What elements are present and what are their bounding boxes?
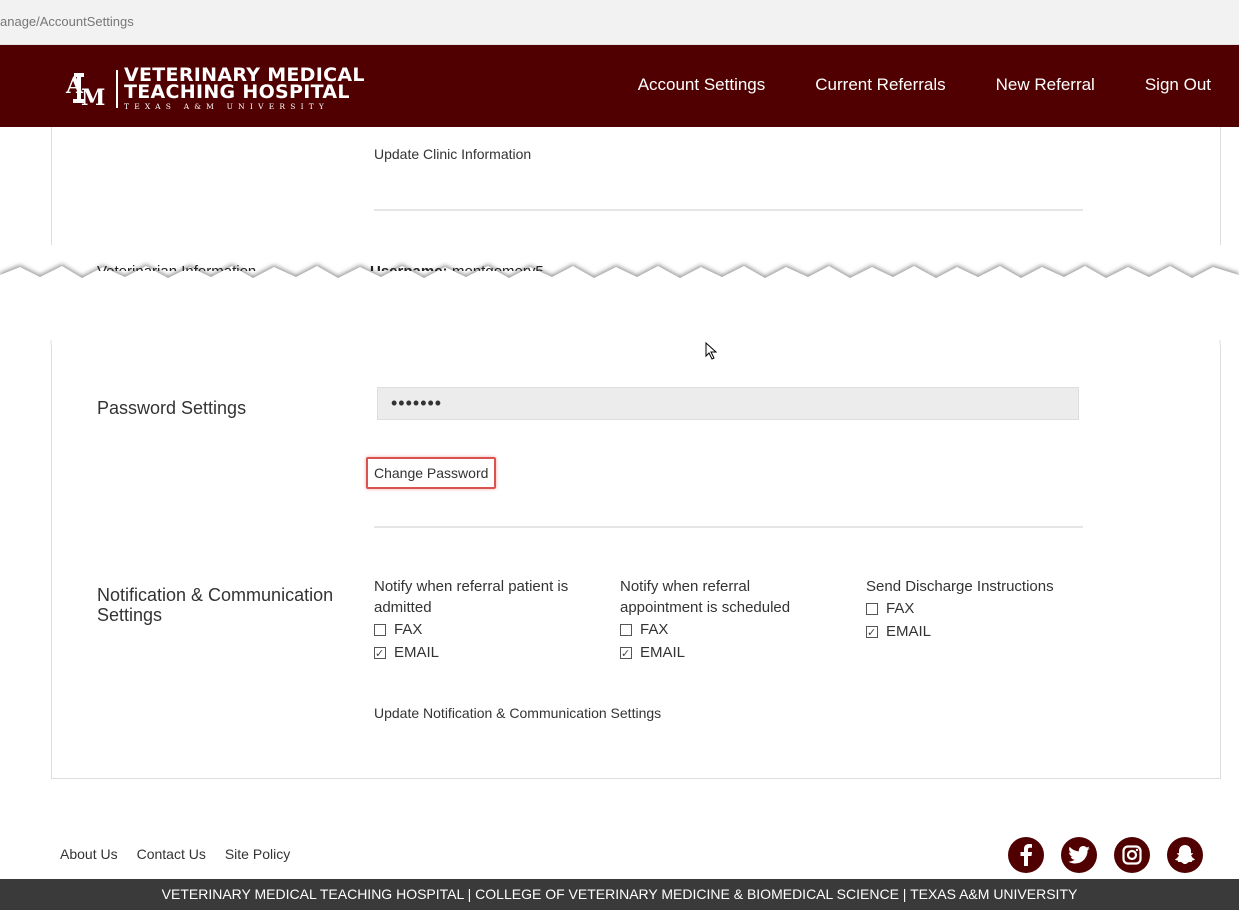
scheduled-email-label: EMAIL xyxy=(640,644,686,661)
footer-links: About Us Contact Us Site Policy xyxy=(60,846,290,862)
update-clinic-link[interactable]: Update Clinic Information xyxy=(374,146,531,162)
admitted-fax-label: FAX xyxy=(394,621,423,638)
notify-scheduled-title: Notify when referral appointment is sche… xyxy=(620,578,791,616)
username-value: montgomery5 xyxy=(452,263,544,271)
snapchat-icon[interactable] xyxy=(1167,837,1203,873)
notify-scheduled-group: Notify when referral appointment is sche… xyxy=(620,576,820,665)
site-header: A M VETERINARY MEDICAL TEACHING HOSPITAL… xyxy=(0,45,1239,127)
logo-line-2: TEACHING HOSPITAL xyxy=(124,80,350,103)
discharge-title: Send Discharge Instructions xyxy=(866,578,1054,595)
scheduled-fax-option[interactable]: FAX xyxy=(620,618,820,641)
account-settings-card xyxy=(51,127,1221,779)
logo-line-3: TEXAS A&M UNIVERSITY xyxy=(124,101,330,111)
address-url[interactable]: anage/AccountSettings xyxy=(0,14,134,29)
discharge-email-checkbox[interactable] xyxy=(866,623,878,644)
scheduled-fax-checkbox[interactable] xyxy=(620,623,632,636)
password-field[interactable]: ••••••• xyxy=(377,387,1079,420)
nav-sign-out[interactable]: Sign Out xyxy=(1145,75,1211,95)
main-nav: Account Settings Current Referrals New R… xyxy=(638,75,1211,95)
facebook-icon[interactable] xyxy=(1008,837,1044,873)
admitted-fax-checkbox[interactable] xyxy=(374,623,386,636)
footer-bottom-bar: VETERINARY MEDICAL TEACHING HOSPITAL | C… xyxy=(0,879,1239,910)
discharge-instructions-group: Send Discharge Instructions FAX EMAIL xyxy=(866,576,1086,644)
notification-settings-label: Notification & Communication Settings xyxy=(97,585,333,625)
section-separator xyxy=(374,209,1083,211)
nav-new-referral[interactable]: New Referral xyxy=(996,75,1095,95)
notify-admitted-group: Notify when referral patient is admitted… xyxy=(374,576,584,665)
notify-admitted-title: Notify when referral patient is admitted xyxy=(374,578,569,616)
discharge-fax-checkbox[interactable] xyxy=(866,602,878,615)
admitted-fax-option[interactable]: FAX xyxy=(374,618,584,641)
discharge-fax-option[interactable]: FAX xyxy=(866,597,1086,620)
admitted-email-checkbox[interactable] xyxy=(374,644,386,665)
nav-current-referrals[interactable]: Current Referrals xyxy=(815,75,945,95)
twitter-icon[interactable] xyxy=(1061,837,1097,873)
tamu-logo-icon: A M xyxy=(64,71,108,111)
torn-edge: Veterinarian Information Username: montg… xyxy=(0,245,1239,345)
logo-text: VETERINARY MEDICAL TEACHING HOSPITAL TEX… xyxy=(124,65,365,112)
password-settings-label: Password Settings xyxy=(97,398,247,418)
veterinarian-info-label: Veterinarian Information xyxy=(97,263,256,271)
svg-text:M: M xyxy=(81,85,105,107)
scheduled-fax-label: FAX xyxy=(640,621,669,638)
browser-address-bar[interactable]: anage/AccountSettings xyxy=(0,0,1239,45)
social-links xyxy=(1008,837,1203,873)
notification-label-line-2: Settings xyxy=(97,605,163,625)
scheduled-email-checkbox[interactable] xyxy=(620,644,632,665)
admitted-email-label: EMAIL xyxy=(394,644,440,661)
mouse-cursor-icon xyxy=(705,341,719,365)
notification-label-line-1: Notification & Communication xyxy=(97,585,334,605)
change-password-link[interactable]: Change Password xyxy=(366,457,496,489)
admitted-email-option[interactable]: EMAIL xyxy=(374,641,584,665)
logo-divider xyxy=(116,70,118,108)
update-notification-link[interactable]: Update Notification & Communication Sett… xyxy=(374,705,661,721)
section-separator xyxy=(374,526,1083,528)
scheduled-email-option[interactable]: EMAIL xyxy=(620,641,820,665)
instagram-icon[interactable] xyxy=(1114,837,1150,873)
footer-about-us[interactable]: About Us xyxy=(60,846,118,862)
footer-contact-us[interactable]: Contact Us xyxy=(137,846,206,862)
discharge-email-option[interactable]: EMAIL xyxy=(866,620,1086,644)
vmth-logo[interactable]: A M VETERINARY MEDICAL TEACHING HOSPITAL… xyxy=(64,65,365,112)
nav-account-settings[interactable]: Account Settings xyxy=(638,75,766,95)
footer-site-policy[interactable]: Site Policy xyxy=(225,846,290,862)
discharge-email-label: EMAIL xyxy=(886,623,932,640)
discharge-fax-label: FAX xyxy=(886,600,915,617)
username-label: Username: xyxy=(370,263,448,271)
